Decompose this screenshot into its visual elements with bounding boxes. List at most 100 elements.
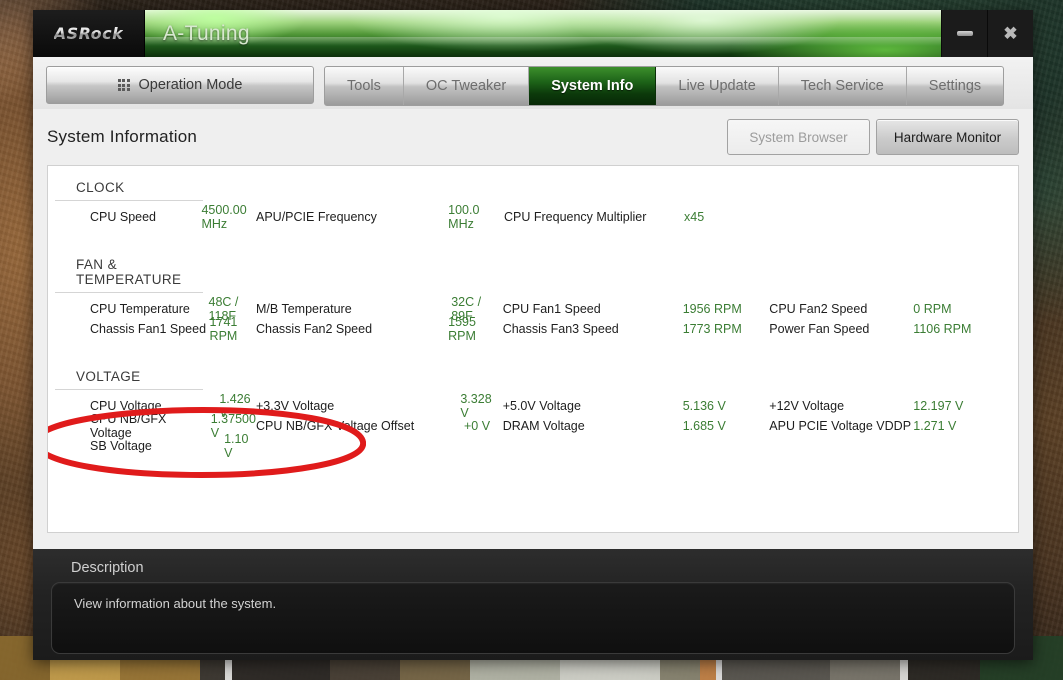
description-title: Description (71, 560, 144, 576)
field-power-fan-speed: Power Fan Speed 1106 RPM (769, 322, 1018, 336)
field-label: CPU Frequency Multiplier (504, 210, 647, 224)
description-panel: Description View information about the s… (33, 549, 1033, 660)
field-value: 1.271 V (913, 419, 957, 433)
field-label: Power Fan Speed (769, 322, 870, 336)
field-label: +3.3V Voltage (256, 399, 335, 413)
hardware-monitor-label: Hardware Monitor (893, 129, 1002, 145)
close-button[interactable]: ✖ (987, 10, 1033, 57)
system-browser-label: System Browser (749, 129, 848, 145)
field-value: 100.0 MHz (448, 203, 480, 231)
field-cpu-frequency-multiplier: CPU Frequency Multiplier x45 (504, 210, 772, 224)
header-actions: System Browser Hardware Monitor (727, 119, 1019, 155)
minimize-icon (956, 31, 973, 36)
section-clock-title: CLOCK (55, 180, 203, 201)
field-cpu-fan2-speed: CPU Fan2 Speed 0 RPM (769, 302, 1018, 316)
tab-strip: Operation Mode Tools OC Tweaker System I… (33, 57, 1033, 109)
tab-oc-tweaker[interactable]: OC Tweaker (404, 67, 530, 105)
field-value: x45 (684, 210, 705, 224)
field-value: +0 V (464, 419, 491, 433)
system-information-panel: CLOCK CPU Speed 4500.00 MHz APU/PCIE Fre… (47, 165, 1019, 533)
field-cpu-fan1-speed: CPU Fan1 Speed 1956 RPM (503, 302, 770, 316)
field-label: APU PCIE Voltage VDDP (769, 419, 912, 433)
brand-label: ASRock (53, 24, 124, 43)
field-label: CPU Speed (90, 210, 157, 224)
field-apu-pcie-frequency: APU/PCIE Frequency 100.0 MHz (256, 203, 504, 231)
field-label: M/B Temperature (256, 302, 352, 316)
tab-live-update[interactable]: Live Update (656, 67, 779, 105)
field-value: 3.328 V (460, 392, 492, 420)
field-label: CPU Temperature (90, 302, 190, 316)
grid-icon (117, 79, 130, 91)
content-page: System Information System Browser Hardwa… (33, 109, 1033, 549)
close-icon: ✖ (1003, 24, 1018, 43)
field-label: DRAM Voltage (502, 419, 585, 433)
field-value: 0 RPM (913, 302, 952, 316)
field-label: Chassis Fan2 Speed (256, 322, 373, 336)
field-label: CPU NB/GFX Voltage Offset (256, 419, 415, 433)
hardware-monitor-button[interactable]: Hardware Monitor (876, 119, 1019, 155)
field-cpu-speed: CPU Speed 4500.00 MHz (90, 203, 256, 231)
field-value: 5.136 V (682, 399, 726, 413)
tab-live-update-label: Live Update (678, 78, 756, 94)
field-value: 1773 RPM (682, 322, 742, 336)
tab-system-info[interactable]: System Info (529, 67, 657, 105)
field-value: 4500.00 MHz (201, 203, 247, 231)
field-label: Chassis Fan3 Speed (502, 322, 619, 336)
field-label: SB Voltage (90, 439, 152, 453)
a-tuning-window: ASRock A-Tuning ✖ Operation Mode Tools O… (33, 10, 1033, 660)
tab-operation-mode[interactable]: Operation Mode (46, 66, 314, 104)
field-cpu-nb-gfx-voltage-offset: CPU NB/GFX Voltage Offset +0 V (256, 419, 503, 433)
desktop-background: ASRock A-Tuning ✖ Operation Mode Tools O… (0, 0, 1063, 680)
system-browser-button[interactable]: System Browser (727, 119, 870, 155)
section-voltage: VOLTAGE CPU Voltage 1.426 V +3.3V Voltag… (48, 369, 1018, 460)
tab-tech-service-label: Tech Service (800, 78, 884, 94)
field-value: 1595 RPM (448, 315, 476, 343)
app-title: A-Tuning (163, 21, 250, 45)
field-label: CPU Fan1 Speed (502, 302, 601, 316)
field-label: Chassis Fan1 Speed (90, 322, 207, 336)
page-header: System Information System Browser Hardwa… (47, 109, 1019, 165)
titlebar: ASRock A-Tuning ✖ (33, 10, 1033, 57)
field-label: +12V Voltage (769, 399, 845, 413)
field-dram-voltage: DRAM Voltage 1.685 V (503, 419, 770, 433)
field-label: +5.0V Voltage (502, 399, 581, 413)
title-banner: A-Tuning (145, 10, 941, 57)
minimize-button[interactable] (941, 10, 987, 57)
field-5v-voltage: +5.0V Voltage 5.136 V (503, 399, 770, 413)
tab-settings-label: Settings (928, 78, 982, 94)
description-box: View information about the system. (51, 582, 1015, 654)
field-value: 1.685 V (682, 419, 726, 433)
tab-tools-label: Tools (347, 78, 381, 94)
field-apu-pcie-voltage-vddp: APU PCIE Voltage VDDP 1.271 V (769, 419, 1018, 433)
tab-tech-service[interactable]: Tech Service (779, 67, 907, 105)
tab-settings[interactable]: Settings (907, 67, 1003, 105)
field-label: APU/PCIE Frequency (256, 210, 377, 224)
field-value: 1106 RPM (913, 322, 972, 336)
field-sb-voltage: SB Voltage 1.10 V (90, 432, 256, 460)
field-chassis-fan2-speed: Chassis Fan2 Speed 1595 RPM (256, 315, 503, 343)
section-voltage-title: VOLTAGE (55, 369, 203, 390)
field-value: 1741 RPM (209, 315, 238, 343)
table-row: CPU Speed 4500.00 MHz APU/PCIE Frequency… (48, 203, 1018, 231)
asrock-logo: ASRock (33, 10, 145, 57)
tab-system-info-label: System Info (551, 78, 634, 94)
tab-tools[interactable]: Tools (325, 67, 404, 105)
tab-operation-mode-label: Operation Mode (138, 77, 243, 93)
field-3v3-voltage: +3.3V Voltage 3.328 V (256, 392, 503, 420)
field-12v-voltage: +12V Voltage 12.197 V (769, 399, 1018, 413)
field-label: CPU Fan2 Speed (769, 302, 868, 316)
table-row: SB Voltage 1.10 V (48, 432, 1018, 460)
main-tab-group: Tools OC Tweaker System Info Live Update… (324, 66, 1005, 106)
field-value: 1956 RPM (682, 302, 742, 316)
tab-oc-tweaker-label: OC Tweaker (425, 78, 507, 94)
field-chassis-fan3-speed: Chassis Fan3 Speed 1773 RPM (503, 322, 770, 336)
section-clock: CLOCK CPU Speed 4500.00 MHz APU/PCIE Fre… (48, 180, 1018, 231)
field-value: 1.10 V (224, 432, 249, 460)
field-value: 12.197 V (913, 399, 964, 413)
field-label: CPU Voltage (90, 399, 162, 413)
field-chassis-fan1-speed: Chassis Fan1 Speed 1741 RPM (90, 315, 256, 343)
section-fan-temperature: FAN & TEMPERATURE CPU Temperature 48C / … (48, 257, 1018, 343)
description-text: View information about the system. (74, 596, 277, 611)
